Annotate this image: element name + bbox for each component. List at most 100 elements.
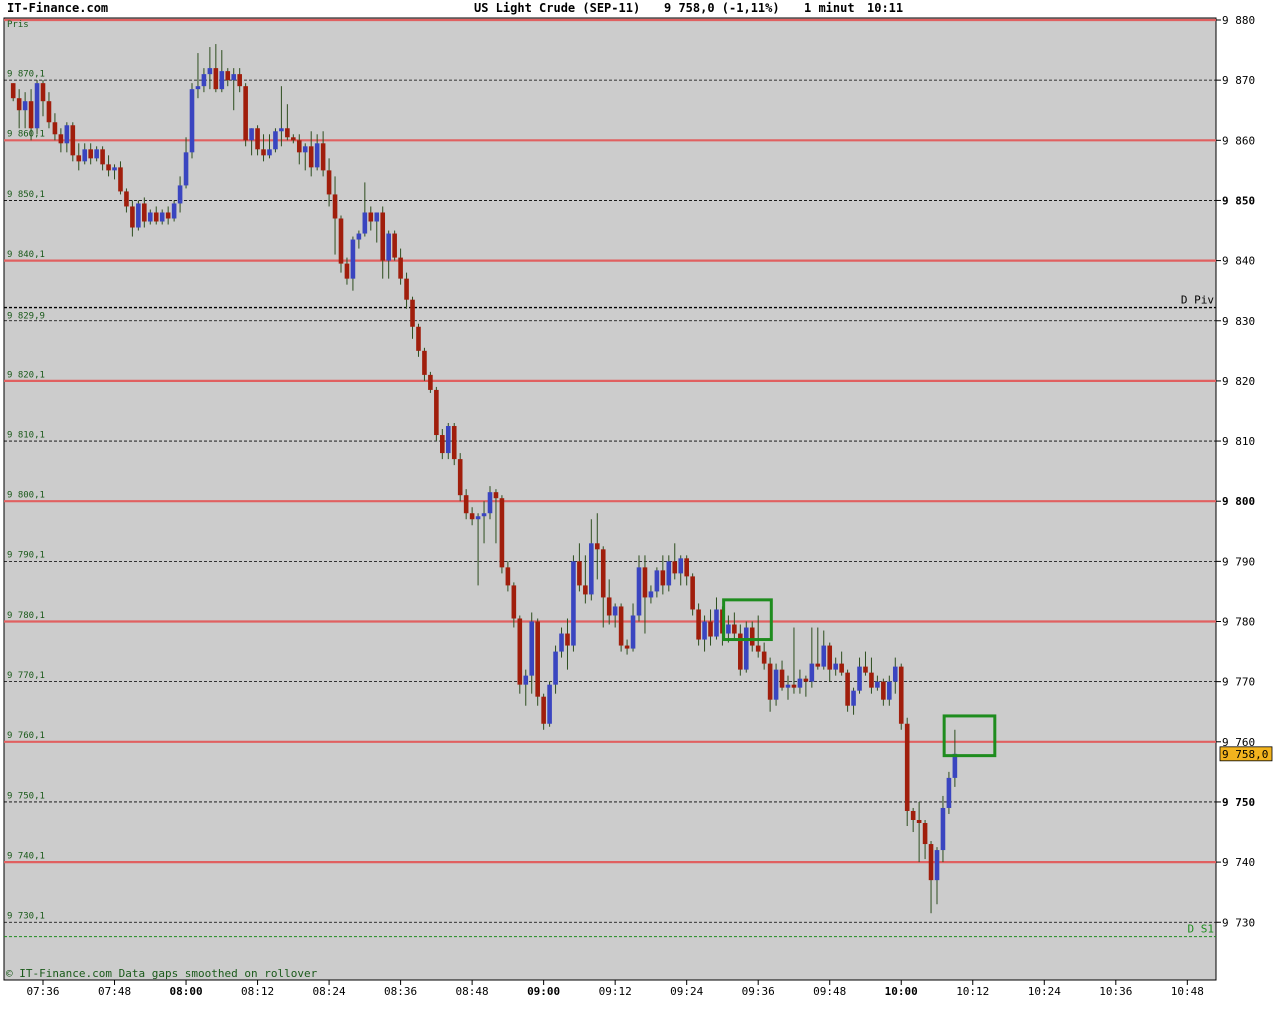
candle-down (243, 86, 248, 141)
candle-up (34, 83, 40, 129)
left-price-label: 9 790,1 (7, 551, 45, 561)
candle-up (183, 152, 189, 186)
candle-up (177, 185, 183, 204)
candle-up (612, 606, 618, 616)
pivot-label: D Piv (1181, 294, 1214, 307)
candle-down (761, 651, 767, 664)
candle-down (100, 149, 105, 165)
candle-down (457, 459, 463, 496)
candle-up (702, 621, 707, 640)
candle-down (660, 570, 666, 586)
candle-down (320, 143, 326, 171)
candle-up (726, 624, 731, 634)
candle-down (291, 137, 296, 141)
left-price-label: 9 750,1 (7, 791, 45, 801)
candle-up (743, 627, 749, 670)
candle-down (422, 350, 427, 375)
candle-up (940, 807, 946, 851)
candle-down (535, 621, 540, 697)
y-tick-label: 9 860 (1222, 134, 1255, 147)
y-tick-label: 9 880 (1222, 14, 1255, 27)
candle-down (708, 621, 713, 637)
candle-up (374, 212, 380, 222)
x-tick-label: 09:00 (527, 985, 560, 998)
y-tick-label: 9 750 (1222, 796, 1255, 809)
candle-down (70, 125, 76, 156)
candle-up (82, 149, 88, 162)
candle-down (344, 263, 350, 279)
candle-down (672, 561, 678, 574)
candle-down (76, 155, 82, 162)
candle-down (213, 68, 219, 90)
candle-down (732, 624, 737, 634)
candle-up (589, 543, 594, 595)
candle-down (338, 218, 344, 264)
x-tick-label: 08:36 (384, 985, 417, 998)
copyright-footer: © IT-Finance.com Data gaps smoothed on r… (6, 967, 318, 980)
candle-up (94, 149, 99, 159)
y-tick-label: 9 840 (1222, 255, 1255, 268)
x-tick-label: 08:00 (169, 985, 202, 998)
candle-up (386, 233, 391, 261)
candle-down (922, 823, 928, 845)
candle-up (249, 128, 254, 141)
candle-down (469, 513, 475, 520)
candle-down (642, 567, 648, 598)
candle-up (809, 663, 815, 682)
left-price-label: 9 800,1 (7, 491, 45, 501)
left-price-label: 9 840,1 (7, 250, 45, 260)
candle-up (201, 74, 207, 87)
candle-up (636, 567, 642, 616)
left-price-label: 9 829,9 (7, 311, 45, 321)
candle-up (559, 633, 564, 652)
clock-time: 10:11 (867, 1, 903, 15)
y-tick-label: 9 740 (1222, 856, 1255, 869)
candle-down (577, 561, 582, 586)
candle-down (684, 558, 689, 577)
y-tick-label: 9 870 (1222, 74, 1255, 87)
x-tick-label: 08:12 (241, 985, 274, 998)
x-tick-label: 10:24 (1028, 985, 1061, 998)
candle-up (487, 492, 493, 514)
left-price-label: 9 760,1 (7, 731, 45, 741)
left-price-label: 9 730,1 (7, 912, 45, 922)
candle-up (648, 591, 654, 598)
candle-down (88, 149, 93, 159)
candle-down (463, 495, 469, 514)
left-price-label: 9 850,1 (7, 190, 45, 200)
candle-up (797, 678, 803, 688)
price-chart: D Piv D S1 9 880 9 870 9 860 9 850 9 840 9 830… (3, 1, 1273, 998)
candle-up (666, 561, 672, 586)
last-quote-header: 9 758,0 (-1,11%) (664, 1, 780, 15)
candle-up (654, 570, 660, 592)
candle-down (404, 278, 409, 300)
x-tick-label: 08:48 (456, 985, 489, 998)
candle-up (189, 89, 195, 153)
candle-up (195, 86, 201, 90)
x-tick-label: 07:36 (26, 985, 59, 998)
candle-down (803, 678, 809, 682)
x-tick-label: 09:48 (813, 985, 846, 998)
x-tick-label: 08:24 (313, 985, 346, 998)
candle-up (231, 74, 237, 81)
candle-down (505, 567, 511, 586)
candle-down (624, 645, 630, 649)
candle-up (267, 149, 272, 156)
candle-up (571, 561, 576, 646)
candle-up (207, 68, 213, 75)
candle-up (821, 645, 827, 667)
x-tick-label: 10:36 (1099, 985, 1132, 998)
x-tick-label: 10:00 (885, 985, 918, 998)
site-title: IT-Finance.com (7, 1, 108, 15)
candle-down (165, 212, 171, 219)
candle-down (499, 498, 505, 568)
candle-up (553, 651, 558, 685)
candle-down (815, 663, 821, 667)
candle-down (690, 576, 695, 610)
candle-down (58, 134, 64, 144)
candle-down (916, 819, 922, 824)
candle-up (547, 684, 552, 724)
candle-down (28, 101, 34, 129)
candle-down (296, 140, 302, 153)
candle-down (881, 681, 886, 700)
